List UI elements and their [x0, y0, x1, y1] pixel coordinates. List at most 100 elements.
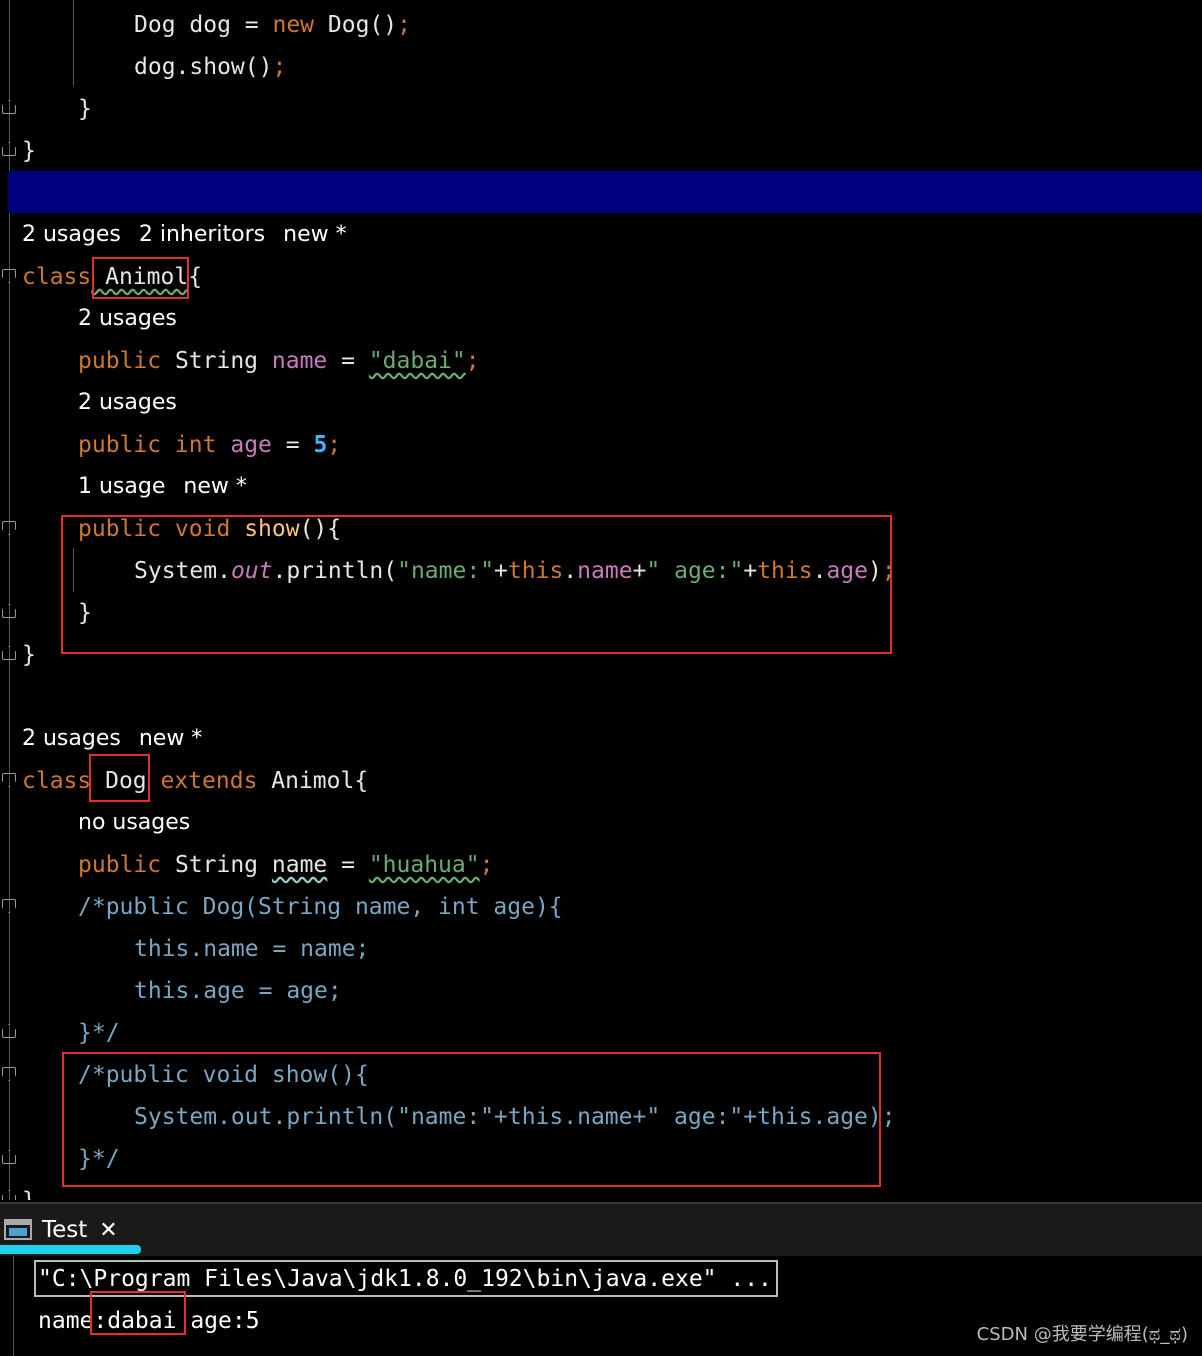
- output-text: :dabai: [93, 1308, 177, 1334]
- fold-icon[interactable]: [2, 269, 16, 283]
- keyword-public-void: public void: [78, 516, 231, 542]
- inlay-hint[interactable]: 2 usages 2 inheritors new *: [22, 214, 365, 256]
- field-name: name: [271, 852, 328, 878]
- comment-line[interactable]: System.out.println("name:"+this.name+" a…: [134, 1096, 896, 1138]
- string-literal: "huahua": [368, 852, 480, 878]
- close-icon[interactable]: ✕: [99, 1218, 117, 1243]
- fold-icon[interactable]: [2, 1067, 16, 1081]
- comment-line[interactable]: }*/: [78, 1012, 120, 1054]
- semicolon: ;: [397, 12, 411, 38]
- output-text: name: [38, 1308, 94, 1334]
- keyword-new: new: [272, 12, 315, 38]
- comment-line[interactable]: }*/: [78, 1138, 120, 1180]
- code-line[interactable]: class Dog extends Animol{: [22, 760, 368, 802]
- code-line[interactable]: }: [22, 130, 36, 172]
- code-line[interactable]: }: [22, 1180, 36, 1200]
- code-line[interactable]: Dog dog = new Dog();: [134, 4, 411, 46]
- console-output-line[interactable]: name:dabai age:5: [38, 1300, 260, 1342]
- keyword-extends: extends: [146, 768, 258, 794]
- comment-line[interactable]: /*public Dog(String name, int age){: [78, 886, 563, 928]
- keyword-public-int: public int: [78, 432, 217, 458]
- watermark: CSDN @我要学编程(ಥ_ಥ): [976, 1324, 1188, 1345]
- author-hint[interactable]: new *: [283, 222, 346, 247]
- code-text: .: [812, 558, 827, 584]
- code-text: .: [563, 558, 578, 584]
- fold-icon[interactable]: [2, 1190, 16, 1200]
- keyword-this: this: [507, 558, 564, 584]
- author-hint[interactable]: new *: [139, 726, 202, 751]
- method-name: show: [244, 516, 300, 542]
- fold-icon[interactable]: [2, 1024, 16, 1038]
- code-text: System.: [134, 558, 231, 584]
- run-panel-header: Test ✕: [0, 1202, 1202, 1256]
- field-age: age: [826, 558, 868, 584]
- string-literal: " age:": [646, 558, 744, 584]
- semicolon: ;: [881, 558, 896, 584]
- usages-hint[interactable]: 2 usages: [22, 222, 121, 247]
- indent-guide: [73, 548, 74, 592]
- code-text: =: [327, 348, 369, 374]
- code-line[interactable]: }: [22, 634, 36, 676]
- code-text: Dog(): [314, 12, 398, 38]
- code-text: .println(: [272, 558, 398, 584]
- code-text: String: [161, 348, 272, 374]
- usages-hint[interactable]: no usages: [78, 802, 190, 844]
- usages-hint[interactable]: 2 usages: [22, 726, 121, 751]
- keyword-class: class: [22, 768, 92, 794]
- fold-icon[interactable]: [2, 899, 16, 913]
- fold-icon[interactable]: [2, 1150, 16, 1164]
- keyword-this: this: [757, 558, 813, 584]
- code-text: +: [632, 558, 647, 584]
- tab-label: Test: [42, 1217, 88, 1243]
- code-editor[interactable]: Dog dog = new Dog(); dog.show(); } } 2 u…: [0, 0, 1202, 1200]
- keyword-public: public: [78, 852, 162, 878]
- inlay-hint[interactable]: 1 usage new *: [78, 466, 265, 508]
- keyword-public: public: [78, 348, 162, 374]
- comment-line[interactable]: this.name = name;: [134, 928, 369, 970]
- usages-hint[interactable]: 2 usages: [78, 382, 177, 424]
- code-text: ): [868, 558, 882, 584]
- fold-icon[interactable]: [2, 521, 16, 535]
- code-line[interactable]: System.out.println("name:"+this.name+" a…: [134, 550, 896, 592]
- code-text: =: [327, 852, 369, 878]
- code-text: +: [743, 558, 758, 584]
- fold-icon[interactable]: [2, 773, 16, 787]
- fold-icon[interactable]: [2, 100, 16, 114]
- code-line[interactable]: dog.show();: [134, 46, 286, 88]
- string-literal: "name:": [397, 558, 495, 584]
- number-literal: 5: [313, 432, 328, 458]
- code-text: Dog dog =: [134, 12, 273, 38]
- semicolon: ;: [327, 432, 342, 458]
- usages-hint[interactable]: 2 usages: [78, 298, 177, 340]
- author-hint[interactable]: new *: [183, 474, 246, 499]
- code-line[interactable]: public String name = "huahua";: [78, 844, 493, 886]
- comment-line[interactable]: /*public void show(){: [78, 1054, 369, 1096]
- string-literal: "dabai": [368, 348, 466, 374]
- code-text: =: [271, 432, 314, 458]
- fold-icon[interactable]: [2, 604, 16, 618]
- code-line[interactable]: class Animol{: [22, 256, 202, 298]
- class-name[interactable]: Animol: [91, 264, 188, 290]
- code-line[interactable]: public void show(){: [78, 508, 341, 550]
- comment-line[interactable]: this.age = age;: [134, 970, 342, 1012]
- inheritors-hint[interactable]: 2 inheritors: [139, 222, 265, 247]
- code-line[interactable]: public int age = 5;: [78, 424, 341, 466]
- command-highlight-box: [34, 1260, 778, 1297]
- code-line[interactable]: public String name = "dabai";: [78, 340, 480, 382]
- semicolon: ;: [465, 348, 480, 374]
- code-line[interactable]: }: [78, 88, 92, 130]
- code-line[interactable]: }: [78, 592, 92, 634]
- usages-hint[interactable]: 1 usage: [78, 474, 165, 499]
- keyword-class: class: [22, 264, 92, 290]
- fold-icon[interactable]: [2, 142, 16, 156]
- indent-guide: [73, 0, 74, 86]
- field-name: name: [271, 348, 328, 374]
- fold-icon[interactable]: [2, 646, 16, 660]
- class-name[interactable]: Dog: [91, 768, 147, 794]
- output-text: age:5: [176, 1308, 260, 1334]
- inlay-hint[interactable]: 2 usages new *: [22, 718, 220, 760]
- active-tab-indicator: [0, 1245, 141, 1254]
- field-age: age: [230, 432, 272, 458]
